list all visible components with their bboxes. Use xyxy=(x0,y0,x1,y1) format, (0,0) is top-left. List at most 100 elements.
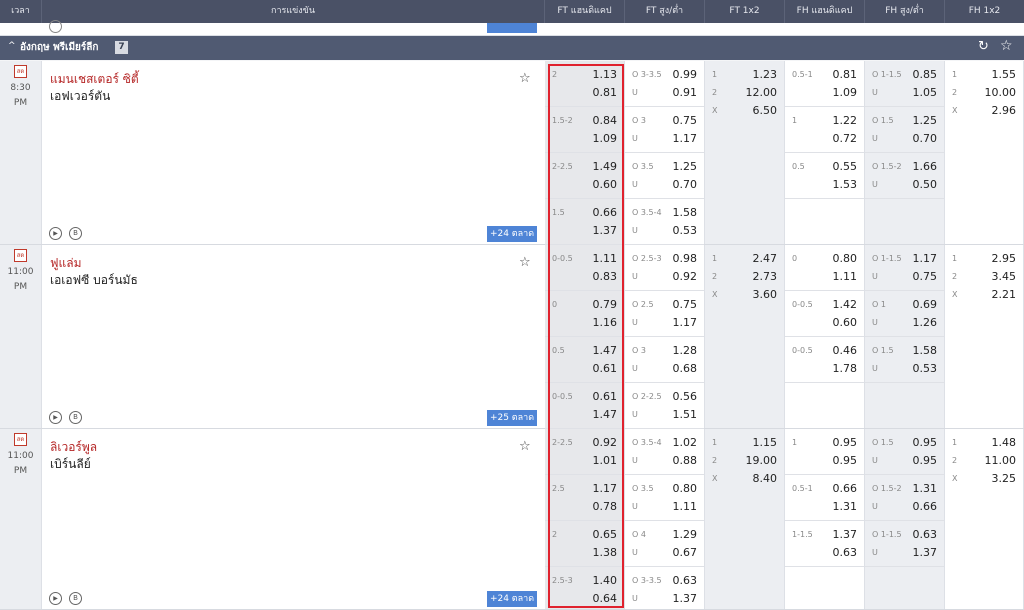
league-header[interactable]: ^ อังกฤษ พรีเมียร์ลีก 7 ↻ ☆ xyxy=(0,36,1024,60)
odds-home[interactable]: 0.79 xyxy=(593,298,618,311)
odds-home[interactable]: 1.49 xyxy=(593,160,618,173)
odds-away[interactable]: 0.63 xyxy=(833,546,858,559)
odds-over[interactable]: 1.25 xyxy=(673,160,698,173)
away-team-name[interactable]: เอฟเวอร์ตัน xyxy=(50,87,110,106)
odds-home-win[interactable]: 1.48 xyxy=(992,436,1017,449)
odds-over[interactable]: 1.29 xyxy=(673,528,698,541)
odds-over[interactable]: 1.31 xyxy=(913,482,938,495)
odds-home[interactable]: 1.37 xyxy=(833,528,858,541)
odds-away-win[interactable]: 3.45 xyxy=(992,270,1017,283)
odds-away-win[interactable]: 11.00 xyxy=(985,454,1017,467)
odds-draw[interactable]: 2.96 xyxy=(992,104,1017,117)
odds-home[interactable]: 0.65 xyxy=(593,528,618,541)
odds-away-win[interactable]: 19.00 xyxy=(746,454,778,467)
odds-under[interactable]: 0.66 xyxy=(913,500,938,513)
odds-away[interactable]: 0.61 xyxy=(593,362,618,375)
odds-under[interactable]: 1.37 xyxy=(913,546,938,559)
odds-home[interactable]: 0.80 xyxy=(833,252,858,265)
odds-home[interactable]: 0.61 xyxy=(593,390,618,403)
play-icon[interactable]: ▶ xyxy=(49,227,62,240)
odds-over[interactable]: 0.98 xyxy=(673,252,698,265)
favorite-star-icon[interactable]: ☆ xyxy=(1000,38,1013,54)
odds-under[interactable]: 1.17 xyxy=(673,132,698,145)
odds-under[interactable]: 0.88 xyxy=(673,454,698,467)
odds-under[interactable]: 0.70 xyxy=(913,132,938,145)
odds-draw[interactable]: 3.25 xyxy=(992,472,1017,485)
odds-away[interactable]: 0.83 xyxy=(593,270,618,283)
odds-over[interactable]: 0.85 xyxy=(913,68,938,81)
odds-over[interactable]: 0.95 xyxy=(913,436,938,449)
odds-under[interactable]: 0.91 xyxy=(673,86,698,99)
away-team-name[interactable]: เอเอฟซี บอร์นมัธ xyxy=(50,271,138,290)
odds-away[interactable]: 0.72 xyxy=(833,132,858,145)
odds-under[interactable]: 1.37 xyxy=(673,592,698,605)
more-markets-button[interactable]: +25 ตลาด xyxy=(487,410,537,426)
odds-over[interactable]: 0.56 xyxy=(673,390,698,403)
odds-home[interactable]: 0.66 xyxy=(833,482,858,495)
bet-builder-icon[interactable]: B xyxy=(69,592,82,605)
odds-home[interactable]: 0.84 xyxy=(593,114,618,127)
odds-over[interactable]: 1.58 xyxy=(913,344,938,357)
odds-under[interactable]: 1.05 xyxy=(913,86,938,99)
odds-over[interactable]: 1.58 xyxy=(673,206,698,219)
more-markets-button[interactable] xyxy=(487,23,537,33)
odds-home[interactable]: 0.55 xyxy=(833,160,858,173)
play-icon[interactable]: ▶ xyxy=(49,592,62,605)
odds-home[interactable]: 0.46 xyxy=(833,344,858,357)
odds-draw[interactable]: 8.40 xyxy=(753,472,778,485)
more-markets-button[interactable]: +24 ตลาด xyxy=(487,226,537,242)
odds-away[interactable]: 0.64 xyxy=(593,592,618,605)
odds-under[interactable]: 0.53 xyxy=(673,224,698,237)
odds-away[interactable]: 1.37 xyxy=(593,224,618,237)
odds-home[interactable]: 0.95 xyxy=(833,436,858,449)
odds-away[interactable]: 1.09 xyxy=(833,86,858,99)
odds-home[interactable]: 1.13 xyxy=(593,68,618,81)
refresh-icon[interactable]: ↻ xyxy=(978,39,989,54)
odds-under[interactable]: 0.92 xyxy=(673,270,698,283)
odds-home[interactable]: 1.42 xyxy=(833,298,858,311)
odds-away[interactable]: 1.09 xyxy=(593,132,618,145)
odds-under[interactable]: 1.17 xyxy=(673,316,698,329)
favorite-star-icon[interactable]: ☆ xyxy=(519,255,531,270)
odds-away[interactable]: 1.31 xyxy=(833,500,858,513)
odds-home[interactable]: 1.40 xyxy=(593,574,618,587)
odds-home-win[interactable]: 2.47 xyxy=(753,252,778,265)
odds-over[interactable]: 1.28 xyxy=(673,344,698,357)
odds-away-win[interactable]: 2.73 xyxy=(753,270,778,283)
odds-over[interactable]: 1.66 xyxy=(913,160,938,173)
odds-under[interactable]: 0.75 xyxy=(913,270,938,283)
odds-away-win[interactable]: 10.00 xyxy=(985,86,1017,99)
odds-draw[interactable]: 2.21 xyxy=(992,288,1017,301)
odds-away[interactable]: 1.01 xyxy=(593,454,618,467)
odds-home[interactable]: 1.11 xyxy=(593,252,618,265)
odds-under[interactable]: 1.11 xyxy=(673,500,698,513)
odds-away[interactable]: 1.16 xyxy=(593,316,618,329)
odds-under[interactable]: 0.68 xyxy=(673,362,698,375)
odds-home-win[interactable]: 1.15 xyxy=(753,436,778,449)
odds-under[interactable]: 1.26 xyxy=(913,316,938,329)
odds-under[interactable]: 0.70 xyxy=(673,178,698,191)
odds-away-win[interactable]: 12.00 xyxy=(746,86,778,99)
odds-home[interactable]: 1.22 xyxy=(833,114,858,127)
odds-home[interactable]: 1.47 xyxy=(593,344,618,357)
odds-away[interactable]: 0.60 xyxy=(593,178,618,191)
odds-home-win[interactable]: 1.23 xyxy=(753,68,778,81)
odds-home-win[interactable]: 2.95 xyxy=(992,252,1017,265)
odds-over[interactable]: 0.75 xyxy=(673,298,698,311)
odds-over[interactable]: 0.69 xyxy=(913,298,938,311)
odds-over[interactable]: 1.25 xyxy=(913,114,938,127)
play-icon[interactable] xyxy=(49,20,62,33)
odds-away[interactable]: 0.60 xyxy=(833,316,858,329)
away-team-name[interactable]: เบิร์นลีย์ xyxy=(50,455,91,474)
chevron-up-icon[interactable]: ^ xyxy=(8,41,16,51)
odds-away[interactable]: 0.95 xyxy=(833,454,858,467)
odds-home[interactable]: 0.66 xyxy=(593,206,618,219)
odds-over[interactable]: 1.17 xyxy=(913,252,938,265)
odds-away[interactable]: 1.47 xyxy=(593,408,618,421)
odds-away[interactable]: 1.11 xyxy=(833,270,858,283)
odds-away[interactable]: 0.81 xyxy=(593,86,618,99)
odds-over[interactable]: 0.75 xyxy=(673,114,698,127)
odds-over[interactable]: 0.63 xyxy=(913,528,938,541)
odds-away[interactable]: 0.78 xyxy=(593,500,618,513)
odds-over[interactable]: 1.02 xyxy=(673,436,698,449)
